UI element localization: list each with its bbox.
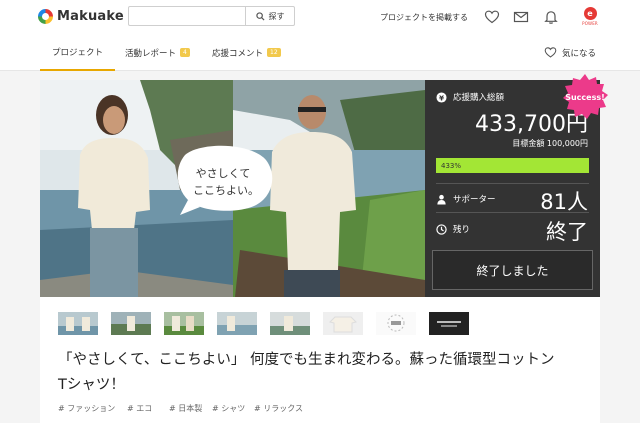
count-badge: 4 [180, 48, 190, 57]
search-icon [255, 11, 265, 21]
tab-activity-report[interactable]: 活動レポート 4 [125, 34, 190, 71]
tag-link[interactable]: # エコ [127, 403, 152, 414]
thumbnail[interactable] [164, 312, 204, 335]
yen-icon: ¥ [436, 91, 447, 103]
remaining-label-text: 残り [453, 225, 471, 235]
hero-speech-line1: やさしくて [196, 167, 251, 180]
progress-bar: 433% [436, 158, 589, 173]
clock-icon [436, 223, 447, 235]
brand-logo-icon: e [583, 7, 597, 20]
tab-label: 応援コメント [212, 48, 264, 59]
heart-icon[interactable] [484, 9, 500, 25]
search-button-label: 探す [268, 11, 285, 21]
progress-text: 433% [441, 161, 462, 170]
hero-speech-line2: ここちよい。 [193, 184, 259, 197]
divider [436, 183, 589, 184]
site-header: Makuake 探す プロジェクトを掲載する e POWER [0, 0, 640, 34]
divider [436, 212, 589, 213]
thumbnail[interactable] [58, 312, 98, 335]
success-badge-text: Success! [565, 92, 605, 102]
favorite-button[interactable]: 気になる [544, 34, 596, 71]
ended-button[interactable]: 終了しました [432, 250, 593, 290]
progress-bar-fill: 433% [436, 158, 589, 173]
project-content: 「やさしくて、ここちよい」 何度でも生まれ変わる。蘇った循環型コットン Tシャツ… [40, 340, 600, 423]
thumbnail[interactable] [323, 312, 363, 335]
hero-image[interactable]: やさしくて ここちよい。 [40, 80, 425, 297]
supporters-label: サポーター [436, 193, 496, 205]
search-button[interactable]: 探す [245, 6, 295, 26]
thumbnail[interactable] [429, 312, 469, 335]
thumbnail[interactable] [270, 312, 310, 335]
project-title-line2: Tシャツ！ [58, 377, 125, 393]
remaining-label: 残り [436, 223, 470, 235]
tag-link[interactable]: # 日本製 [169, 403, 202, 414]
user-avatar-badge[interactable]: e POWER [579, 7, 601, 29]
goal-amount: 目標金額 100,000円 [512, 139, 588, 148]
project-title-line1: 「やさしくて、ここちよい」 何度でも生まれ変わる。蘇った循環型コットン [58, 352, 555, 368]
mail-icon[interactable] [513, 9, 529, 25]
total-label-text: 応援購入総額 [453, 93, 505, 103]
tag-link[interactable]: # シャツ [212, 403, 245, 414]
brand-badge-text: POWER [582, 21, 598, 26]
makuake-logo[interactable]: Makuake [38, 9, 124, 24]
logo-text: Makuake [57, 9, 124, 24]
search-input[interactable] [128, 6, 246, 26]
supporters-label-text: サポーター [453, 195, 496, 205]
post-project-link[interactable]: プロジェクトを掲載する [380, 12, 468, 23]
tab-project[interactable]: プロジェクト [40, 34, 116, 71]
count-badge: 12 [267, 48, 281, 57]
logo-mark-icon [38, 9, 53, 24]
favorite-label: 気になる [562, 48, 597, 59]
project-title: 「やさしくて、ここちよい」 何度でも生まれ変わる。蘇った循環型コットン Tシャツ… [58, 348, 588, 398]
remaining-value: 終了 [546, 220, 588, 244]
project-tabs: プロジェクト 活動レポート 4 応援コメント 12 気になる [0, 34, 640, 71]
person-icon [437, 194, 446, 205]
tag-link[interactable]: # リラックス [254, 403, 303, 414]
tab-support-comments[interactable]: 応援コメント 12 [212, 34, 281, 71]
thumbnail[interactable] [111, 312, 151, 335]
thumbnail[interactable] [376, 312, 416, 335]
bell-icon[interactable] [543, 9, 559, 25]
total-label: ¥ 応援購入総額 [436, 91, 504, 103]
thumbnail[interactable] [217, 312, 257, 335]
tab-label: プロジェクト [52, 47, 104, 58]
svg-text:¥: ¥ [439, 93, 445, 102]
tag-link[interactable]: # ファッション [58, 403, 115, 414]
tab-label: 活動レポート [125, 48, 177, 59]
heart-icon [544, 47, 557, 58]
